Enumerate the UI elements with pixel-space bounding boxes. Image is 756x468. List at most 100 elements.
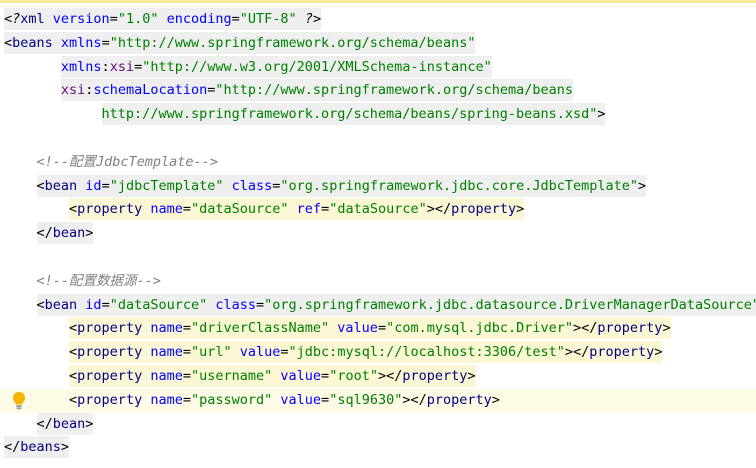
code-token: = [182, 367, 191, 384]
code-token: property [451, 201, 517, 218]
code-line[interactable]: </bean> [0, 412, 756, 437]
code-content: <property name="driverClassName" value="… [69, 317, 671, 340]
code-line[interactable]: <property name="username" value="root"><… [0, 364, 756, 389]
code-token: > [662, 320, 671, 337]
code-token: property [77, 320, 151, 337]
code-editor[interactable]: <?xml version="1.0" encoding="UTF-8" ?> <… [0, 8, 756, 460]
code-token: = [182, 344, 191, 361]
code-token: "dataSource" [190, 201, 289, 218]
code-token: "org.springframework.jdbc.datasource.Dri… [264, 296, 756, 313]
code-token: name [150, 367, 183, 384]
code-line[interactable]: <property name="password" value="sql9630… [0, 388, 756, 413]
code-token: < [69, 320, 78, 337]
code-token: = [101, 34, 110, 51]
code-token: ></ [426, 201, 452, 218]
code-line[interactable]: <beans xmlns="http://www.springframework… [0, 31, 756, 56]
code-line[interactable]: <bean id="jdbcTemplate" class="org.sprin… [0, 174, 756, 199]
code-line[interactable]: <!--配置数据源--> [0, 270, 756, 294]
code-token: = [101, 296, 110, 313]
code-content: xmlns:xsi="http://www.w3.org/2001/XMLSch… [60, 55, 492, 78]
code-token: name [150, 320, 183, 337]
code-token: value [280, 367, 322, 384]
code-token: < [69, 367, 78, 384]
code-token: xmlns [60, 58, 102, 75]
code-token: property [77, 344, 151, 361]
code-token: = [321, 391, 330, 408]
lightbulb-icon[interactable] [12, 391, 26, 411]
code-token: ></ [573, 320, 598, 337]
code-line[interactable]: xmlns:xsi="http://www.w3.org/2001/XMLSch… [0, 55, 756, 80]
code-line[interactable]: <property name="driverClassName" value="… [0, 317, 756, 341]
code-token: ></ [377, 367, 403, 384]
code-token: "url" [190, 344, 232, 361]
code-token: = [182, 201, 191, 218]
code-token: </ [4, 439, 21, 456]
code-line[interactable]: <property name="url" value="jdbc:mysql:/… [0, 341, 756, 365]
code-token: class [215, 296, 257, 313]
code-line[interactable]: http://www.springframework.org/schema/be… [0, 103, 756, 127]
code-token: value [280, 391, 322, 408]
code-token: beans [20, 439, 61, 456]
code-token: ></ [402, 391, 427, 408]
code-content: </beans> [4, 436, 70, 459]
code-content: <property name="url" value="jdbc:mysql:/… [69, 341, 663, 364]
code-token: "dataSource" [109, 296, 208, 313]
code-token: </ [36, 225, 53, 242]
code-token: property [77, 367, 151, 384]
code-line[interactable]: <property name="dataSource" ref="dataSou… [0, 198, 756, 222]
code-token: value [337, 320, 378, 337]
code-line[interactable]: <?xml version="1.0" encoding="UTF-8" ?> [0, 8, 756, 32]
code-line[interactable]: <bean id="dataSource" class="org.springf… [0, 293, 756, 318]
code-token: <!--配置JdbcTemplate--> [36, 153, 218, 170]
code-token: property [597, 320, 663, 337]
code-token: < [69, 201, 78, 218]
code-line[interactable]: <!--配置JdbcTemplate--> [0, 151, 756, 175]
code-content: <bean id="jdbcTemplate" class="org.sprin… [36, 174, 647, 197]
code-token: id [85, 296, 102, 313]
code-line[interactable] [0, 246, 756, 270]
code-token: = [182, 391, 191, 408]
code-token: < [4, 34, 13, 51]
code-token: "http://www.springframework.org/schema/b… [215, 82, 573, 99]
code-token: </ [36, 415, 53, 432]
code-token: "jdbcTemplate" [109, 177, 224, 194]
code-token: < [36, 177, 45, 194]
code-token: name [150, 391, 183, 408]
code-line[interactable]: </bean> [0, 222, 756, 246]
code-token: "jdbc:mysql://localhost:3306/test" [288, 344, 565, 361]
code-token: = [321, 367, 330, 384]
code-token: bean [44, 177, 86, 194]
code-token: > [491, 391, 500, 408]
code-token: "dataSource" [329, 201, 427, 218]
code-content: http://www.springframework.org/schema/be… [101, 103, 606, 126]
code-token: version [52, 11, 110, 27]
code-token: http://www.springframework.org/schema/be… [101, 106, 598, 123]
code-content: <property name="password" value="sql9630… [69, 389, 500, 411]
code-token: = [134, 58, 143, 75]
code-token: = [109, 11, 118, 27]
code-token: property [77, 391, 151, 408]
code-token: "UTF-8" [239, 11, 297, 27]
code-line[interactable]: </beans> [0, 436, 756, 460]
code-token: > [467, 367, 476, 384]
code-token: ></ [564, 344, 590, 361]
code-token: xsi [60, 82, 86, 99]
code-line[interactable]: xsi:schemaLocation="http://www.springfra… [0, 79, 756, 103]
code-token: > [60, 439, 70, 456]
code-token: > [597, 106, 606, 123]
code-token: property [589, 344, 655, 361]
code-token: "1.0" [117, 11, 159, 27]
code-line[interactable] [0, 127, 756, 151]
code-token: id [85, 177, 102, 194]
code-token: "username" [190, 367, 273, 384]
code-content: <property name="dataSource" ref="dataSou… [69, 198, 525, 221]
code-token: ?> [296, 11, 322, 27]
code-token: encoding [166, 11, 232, 27]
code-content: <property name="username" value="root"><… [69, 364, 476, 387]
code-token: "root" [329, 367, 378, 384]
code-token: : [101, 58, 110, 75]
code-token: property [402, 367, 468, 384]
